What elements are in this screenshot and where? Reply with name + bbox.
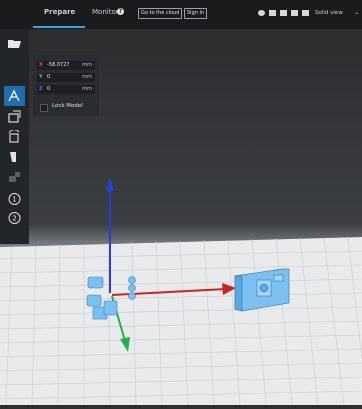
y-field[interactable]: Y 0 mm — [37, 73, 95, 82]
tab-prepare[interactable]: Prepare — [44, 8, 75, 16]
view-right-icon[interactable] — [302, 10, 309, 16]
camera-icon[interactable] — [258, 10, 265, 16]
z-unit: mm — [82, 86, 92, 92]
view-front-icon[interactable] — [269, 10, 276, 16]
scale-icon[interactable] — [7, 110, 22, 124]
z-field[interactable]: Z 0 mm — [37, 85, 95, 94]
extruder-1-icon[interactable]: 1 — [7, 192, 22, 206]
z-value[interactable]: 0 — [47, 85, 50, 94]
tool-sidebar: 1 2 — [0, 29, 29, 244]
x-label: X — [39, 62, 43, 68]
lock-model-label: Lock Model — [52, 103, 83, 109]
y-label: Y — [39, 74, 43, 80]
view-top-icon[interactable] — [280, 10, 287, 16]
move-icon[interactable] — [7, 89, 22, 103]
z-label: Z — [39, 86, 43, 92]
x-field[interactable]: X -58.0727 mm — [37, 61, 95, 70]
question-icon[interactable]: ? — [117, 8, 124, 15]
open-file-icon[interactable] — [7, 36, 22, 50]
y-value[interactable]: 0 — [47, 73, 50, 82]
sign-in-button[interactable]: Sign In — [184, 8, 208, 19]
move-panel: X -58.0727 mm Y 0 mm Z 0 mm Lock Model — [33, 55, 99, 116]
model-main — [234, 268, 290, 312]
view-mode-select[interactable]: Solid view — [315, 10, 343, 16]
tab-monitor[interactable]: Monitor — [92, 8, 119, 16]
extruder-2-icon[interactable]: 2 — [7, 211, 22, 225]
y-unit: mm — [82, 74, 92, 80]
support-icon[interactable] — [7, 170, 22, 184]
rotate-icon[interactable] — [7, 130, 22, 144]
svg-text:1: 1 — [12, 196, 16, 204]
go-to-cloud-button[interactable]: Go to the cloud — [138, 8, 183, 19]
chevron-down-icon[interactable]: ⌄ — [354, 9, 359, 16]
top-bar: Prepare Monitor ? Go to the cloud Sign I… — [0, 0, 362, 29]
x-unit: mm — [82, 62, 92, 68]
svg-text:2: 2 — [12, 215, 16, 223]
active-tab-indicator — [33, 26, 85, 28]
mirror-icon[interactable] — [7, 150, 22, 164]
view-left-icon[interactable] — [291, 10, 298, 16]
lock-model-checkbox[interactable] — [40, 104, 48, 112]
x-value[interactable]: -58.0727 — [47, 61, 69, 70]
